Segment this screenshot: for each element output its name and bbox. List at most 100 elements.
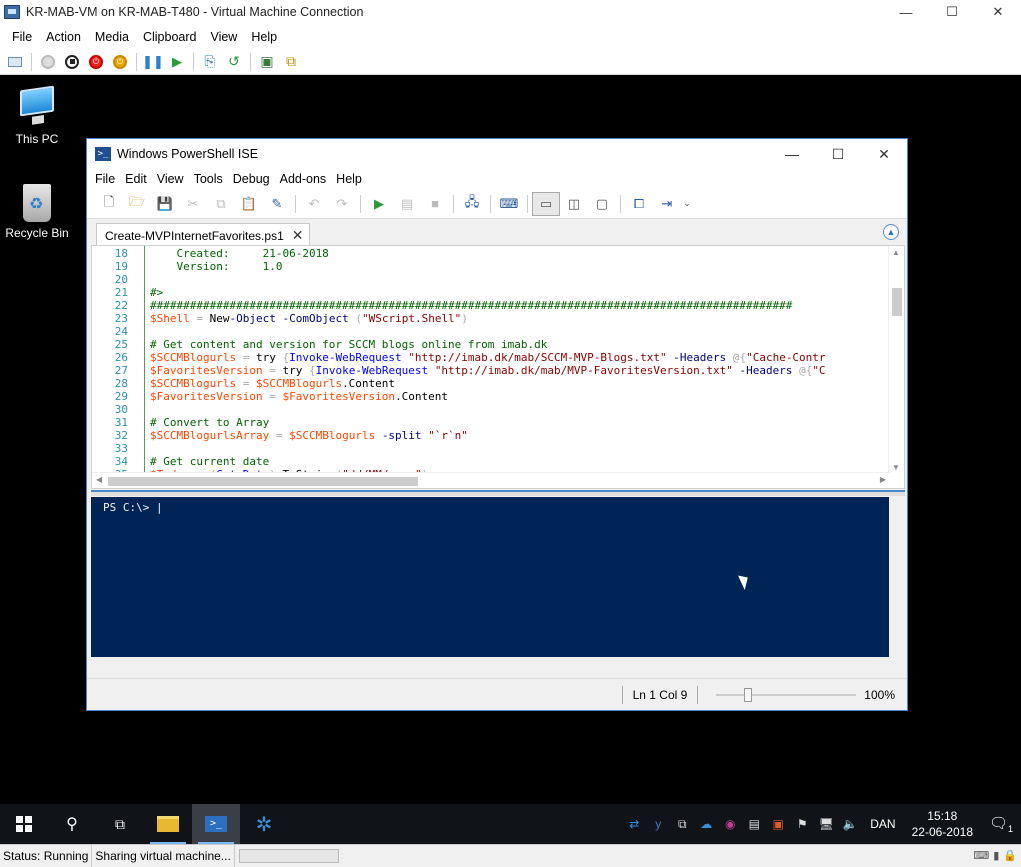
- remote-powershell-icon[interactable]: 🖧: [458, 192, 486, 216]
- action-center-flag-icon[interactable]: ⚑: [790, 817, 814, 831]
- start-powershell-icon[interactable]: ⌨: [495, 192, 523, 216]
- run-script-icon[interactable]: ▶: [365, 192, 393, 216]
- script-editor[interactable]: 181920212223242526272829303132333435 Cre…: [91, 245, 905, 489]
- clear-console-icon[interactable]: ✎: [263, 192, 291, 216]
- checkpoint-icon[interactable]: ⎘: [198, 51, 222, 73]
- scroll-up-icon[interactable]: ▲: [892, 248, 900, 257]
- minimize-icon[interactable]: —: [769, 139, 815, 169]
- ise-menu-debug[interactable]: Debug: [228, 172, 275, 186]
- close-icon[interactable]: ✕: [861, 139, 907, 169]
- volume-icon[interactable]: 🔈: [838, 817, 862, 831]
- ise-menu-tools[interactable]: Tools: [189, 172, 228, 186]
- teamviewer-icon[interactable]: ⇄: [622, 817, 646, 831]
- maximize-icon[interactable]: ☐: [929, 0, 975, 24]
- clock[interactable]: 15:18 22-06-2018: [912, 808, 973, 840]
- turn-off-icon[interactable]: [60, 51, 84, 73]
- stop-icon[interactable]: ■: [421, 192, 449, 216]
- start-vm-icon[interactable]: [36, 51, 60, 73]
- resume-icon[interactable]: ▶: [165, 51, 189, 73]
- code-line: # Convert to Array: [150, 416, 270, 429]
- editor-vertical-scrollbar[interactable]: ▲ ▼: [888, 246, 904, 474]
- ise-menu-file[interactable]: File: [90, 172, 120, 186]
- configuration-manager-icon[interactable]: ✲: [240, 804, 288, 844]
- network-sync-icon[interactable]: ⧉: [670, 817, 694, 832]
- vm-menu-view[interactable]: View: [203, 30, 244, 44]
- revert-icon[interactable]: ↺: [222, 51, 246, 73]
- document-icon[interactable]: ▤: [742, 817, 766, 831]
- onedrive-icon[interactable]: ☁: [694, 817, 718, 831]
- close-icon[interactable]: ✕: [975, 0, 1021, 24]
- vm-menu-help[interactable]: Help: [244, 30, 284, 44]
- line-number: 33: [114, 442, 128, 455]
- ise-menu-edit[interactable]: Edit: [120, 172, 152, 186]
- line-number: 19: [114, 260, 128, 273]
- pane-splitter[interactable]: [91, 490, 905, 496]
- toolbar-overflow-icon[interactable]: ⌄: [681, 192, 693, 216]
- scroll-left-icon[interactable]: ◀: [96, 475, 102, 484]
- copy-icon[interactable]: ⧉: [207, 192, 235, 216]
- show-commands-icon[interactable]: ⧠: [625, 192, 653, 216]
- script-pane-right-icon[interactable]: ◫: [560, 192, 588, 216]
- script-pane-top-icon[interactable]: ▭: [532, 191, 560, 216]
- vm-menu-media[interactable]: Media: [88, 30, 136, 44]
- close-tab-icon[interactable]: ✕: [292, 227, 304, 244]
- save-state-icon[interactable]: ⏻: [108, 51, 132, 73]
- paste-icon[interactable]: 📋: [235, 192, 263, 216]
- ise-menu-view[interactable]: View: [152, 172, 189, 186]
- input-language[interactable]: DAN: [870, 817, 895, 831]
- windows-logo-icon: [16, 816, 32, 832]
- scroll-right-icon[interactable]: ▶: [880, 475, 886, 484]
- ctrl-alt-del-icon[interactable]: [3, 51, 27, 73]
- console-pane[interactable]: PS C:\> |: [91, 497, 905, 673]
- vm-status-icons: ⌨ ▮ 🔒: [973, 849, 1017, 862]
- desktop-icon-recycle-bin[interactable]: Recycle Bin: [0, 184, 74, 240]
- save-icon[interactable]: 💾: [151, 192, 179, 216]
- ise-menu-addons[interactable]: Add-ons: [275, 172, 332, 186]
- shut-down-icon[interactable]: ⏻: [84, 51, 108, 73]
- run-selection-icon[interactable]: ▤: [393, 192, 421, 216]
- vm-menu-action[interactable]: Action: [39, 30, 88, 44]
- console-horizontal-scrollbar[interactable]: [91, 657, 905, 673]
- scroll-thumb[interactable]: [108, 477, 418, 486]
- yammer-icon[interactable]: y: [646, 817, 670, 831]
- console-vertical-scrollbar[interactable]: [889, 497, 905, 657]
- cut-icon[interactable]: ✂: [179, 192, 207, 216]
- code-area[interactable]: Created: 21-06-2018 Version: 1.0 #> ######…: [144, 246, 890, 474]
- scroll-thumb[interactable]: [892, 288, 902, 316]
- vm-progress-bar: [238, 849, 339, 863]
- scroll-down-icon[interactable]: ▼: [892, 463, 900, 472]
- new-file-icon[interactable]: 🗋: [95, 192, 123, 216]
- editor-horizontal-scrollbar[interactable]: ◀ ▶: [92, 472, 890, 488]
- vm-menu-file[interactable]: File: [5, 30, 39, 44]
- zoom-slider[interactable]: [716, 687, 857, 703]
- system-tray: ⇄ y ⧉ ☁ ◉ ▤ ▣ ⚑ 🖥 🔈 DAN 15:18 22-06-2018…: [622, 804, 1021, 844]
- pause-icon[interactable]: ❚❚: [141, 51, 165, 73]
- zoom-slider-knob[interactable]: [744, 687, 753, 702]
- collapse-pane-icon[interactable]: ▲: [883, 224, 899, 240]
- redo-icon[interactable]: ↷: [328, 192, 356, 216]
- undo-icon[interactable]: ↶: [300, 192, 328, 216]
- enhanced-session-icon[interactable]: ▣: [255, 51, 279, 73]
- office-upload-icon[interactable]: ▣: [766, 817, 790, 831]
- script-pane-maximized-icon[interactable]: ▢: [588, 192, 616, 216]
- start-button[interactable]: [0, 804, 48, 844]
- powershell-ise-taskbar-icon[interactable]: >_: [192, 804, 240, 844]
- task-view-icon[interactable]: ⧉: [96, 804, 144, 844]
- network-icon[interactable]: 🖥: [814, 817, 838, 831]
- notifications-icon[interactable]: 🗨1: [981, 814, 1021, 834]
- security-icon[interactable]: ◉: [718, 817, 742, 831]
- code-line: $FavoritesVersion = $FavoritesVersion.Co…: [150, 390, 449, 403]
- ise-menu-help[interactable]: Help: [331, 172, 367, 186]
- minimize-icon[interactable]: —: [883, 0, 929, 24]
- show-addons-icon[interactable]: ⇥: [653, 192, 681, 216]
- vm-menu-clipboard[interactable]: Clipboard: [136, 30, 204, 44]
- share-icon[interactable]: ⧉: [279, 51, 303, 73]
- search-icon[interactable]: ⚲: [48, 804, 96, 844]
- open-file-icon[interactable]: 🗁: [123, 192, 151, 216]
- maximize-icon[interactable]: ☐: [815, 139, 861, 169]
- ise-toolbar: 🗋 🗁 💾 ✂ ⧉ 📋 ✎ ↶ ↷ ▶ ▤ ■ 🖧 ⌨ ▭ ◫ ▢ ⧠ ⇥ ⌄: [87, 189, 907, 219]
- script-tab[interactable]: Create-MVPInternetFavorites.ps1 ✕: [96, 223, 311, 247]
- code-line: Created: 21-06-2018: [150, 247, 329, 260]
- file-explorer-icon[interactable]: [144, 804, 192, 844]
- desktop-icon-this-pc[interactable]: This PC: [0, 85, 74, 146]
